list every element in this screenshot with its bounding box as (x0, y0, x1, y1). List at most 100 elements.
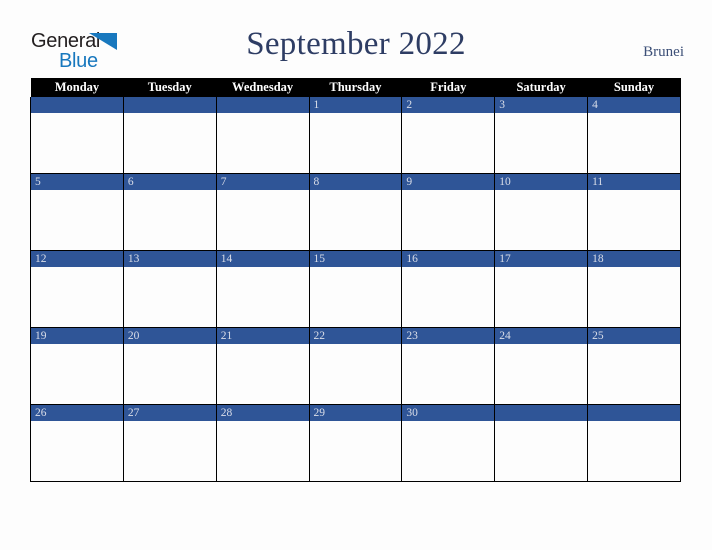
day-notes-area[interactable] (402, 421, 494, 481)
calendar-grid: Monday Tuesday Wednesday Thursday Friday… (30, 78, 681, 482)
day-cell[interactable]: 15 (308, 250, 403, 328)
day-notes-area[interactable] (588, 421, 680, 481)
weekday-header-row: Monday Tuesday Wednesday Thursday Friday… (30, 78, 681, 97)
week-row: 5 6 7 8 9 10 11 (30, 173, 681, 251)
day-notes-area[interactable] (124, 267, 216, 327)
day-number: 27 (123, 405, 216, 421)
day-notes-area[interactable] (31, 113, 123, 173)
day-notes-area[interactable] (124, 344, 216, 404)
day-number: 18 (588, 251, 680, 267)
day-cell[interactable] (30, 97, 124, 174)
day-notes-area[interactable] (31, 421, 123, 481)
weekday-header-wednesday: Wednesday (216, 78, 310, 97)
day-cell[interactable]: 24 (494, 327, 589, 405)
day-number: 15 (309, 251, 402, 267)
day-cell[interactable]: 16 (401, 250, 496, 328)
day-notes-area[interactable] (588, 267, 680, 327)
day-notes-area[interactable] (217, 113, 309, 173)
day-number: 5 (31, 174, 123, 190)
week-row: 1 2 3 4 (30, 97, 681, 174)
day-notes-area[interactable] (217, 421, 309, 481)
day-notes-area[interactable] (124, 190, 216, 250)
day-notes-area[interactable] (495, 344, 587, 404)
day-cell[interactable]: 21 (215, 327, 310, 405)
day-cell[interactable]: 19 (30, 327, 124, 405)
day-notes-area[interactable] (217, 267, 309, 327)
day-number (216, 97, 309, 113)
day-number: 2 (402, 97, 495, 113)
day-number: 4 (588, 97, 680, 113)
day-notes-area[interactable] (310, 190, 402, 250)
day-notes-area[interactable] (310, 113, 402, 173)
day-cell[interactable]: 6 (122, 173, 217, 251)
day-notes-area[interactable] (588, 190, 680, 250)
day-number: 8 (309, 174, 402, 190)
day-cell[interactable] (587, 404, 681, 482)
day-cell[interactable]: 3 (494, 97, 589, 174)
day-cell[interactable]: 18 (587, 250, 681, 328)
day-number: 9 (402, 174, 495, 190)
day-cell[interactable]: 2 (401, 97, 496, 174)
day-notes-area[interactable] (217, 344, 309, 404)
day-notes-area[interactable] (495, 113, 587, 173)
day-notes-area[interactable] (495, 421, 587, 481)
day-cell[interactable]: 9 (401, 173, 496, 251)
day-notes-area[interactable] (402, 267, 494, 327)
day-cell[interactable] (215, 97, 310, 174)
day-cell[interactable]: 20 (122, 327, 217, 405)
day-number: 23 (402, 328, 495, 344)
day-notes-area[interactable] (310, 267, 402, 327)
day-number: 19 (31, 328, 123, 344)
day-cell[interactable]: 26 (30, 404, 124, 482)
day-notes-area[interactable] (495, 190, 587, 250)
day-cell[interactable]: 17 (494, 250, 589, 328)
day-number: 29 (309, 405, 402, 421)
day-cell[interactable]: 29 (308, 404, 403, 482)
day-notes-area[interactable] (402, 190, 494, 250)
day-notes-area[interactable] (124, 421, 216, 481)
day-notes-area[interactable] (588, 113, 680, 173)
day-cell[interactable]: 4 (587, 97, 681, 174)
day-cell[interactable]: 30 (401, 404, 496, 482)
day-cell[interactable]: 12 (30, 250, 124, 328)
day-number: 26 (31, 405, 123, 421)
day-number (588, 405, 680, 421)
day-number: 21 (216, 328, 309, 344)
day-notes-area[interactable] (31, 344, 123, 404)
day-cell[interactable]: 22 (308, 327, 403, 405)
day-number: 24 (495, 328, 588, 344)
weekday-header-saturday: Saturday (494, 78, 588, 97)
day-notes-area[interactable] (402, 113, 494, 173)
day-cell[interactable] (122, 97, 217, 174)
page-header: General Blue September 2022 Brunei (0, 0, 712, 76)
day-cell[interactable]: 7 (215, 173, 310, 251)
day-number: 14 (216, 251, 309, 267)
day-notes-area[interactable] (588, 344, 680, 404)
day-cell[interactable]: 27 (122, 404, 217, 482)
day-cell[interactable]: 8 (308, 173, 403, 251)
day-notes-area[interactable] (217, 190, 309, 250)
calendar-page: General Blue September 2022 Brunei Monda… (0, 0, 712, 550)
day-notes-area[interactable] (124, 113, 216, 173)
day-cell[interactable] (494, 404, 589, 482)
day-notes-area[interactable] (402, 344, 494, 404)
day-cell[interactable]: 25 (587, 327, 681, 405)
day-cell[interactable]: 10 (494, 173, 589, 251)
day-cell[interactable]: 28 (215, 404, 310, 482)
country-label: Brunei (643, 44, 684, 60)
page-title: September 2022 (246, 26, 466, 62)
day-cell[interactable]: 1 (308, 97, 403, 174)
day-cell[interactable]: 13 (122, 250, 217, 328)
day-notes-area[interactable] (310, 344, 402, 404)
day-cell[interactable]: 14 (215, 250, 310, 328)
day-number: 10 (495, 174, 588, 190)
day-cell[interactable]: 11 (587, 173, 681, 251)
day-notes-area[interactable] (310, 421, 402, 481)
day-notes-area[interactable] (495, 267, 587, 327)
day-notes-area[interactable] (31, 190, 123, 250)
day-cell[interactable]: 23 (401, 327, 496, 405)
weekday-header-monday: Monday (30, 78, 124, 97)
day-cell[interactable]: 5 (30, 173, 124, 251)
day-number: 11 (588, 174, 680, 190)
day-notes-area[interactable] (31, 267, 123, 327)
